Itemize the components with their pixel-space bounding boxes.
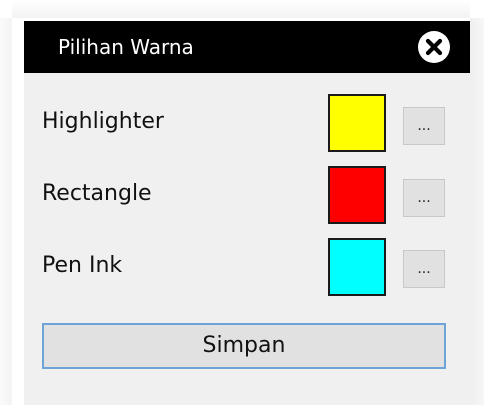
dialog-shadow-left bbox=[0, 18, 12, 405]
dialog-titlebar: Pilihan Warna bbox=[24, 21, 470, 73]
highlighter-pick-color-button[interactable]: ... bbox=[403, 107, 445, 145]
close-icon bbox=[419, 32, 449, 62]
pen-ink-color-swatch[interactable] bbox=[328, 238, 386, 296]
close-button[interactable] bbox=[418, 31, 450, 63]
highlighter-color-swatch[interactable] bbox=[328, 94, 386, 152]
rectangle-pick-color-button[interactable]: ... bbox=[403, 179, 445, 217]
dialog-shadow-right bbox=[470, 18, 484, 405]
rectangle-color-swatch[interactable] bbox=[328, 166, 386, 224]
dialog-shadow-top bbox=[12, 0, 470, 18]
color-options-dialog: Pilihan Warna Highlighter ... Rectangle … bbox=[24, 21, 470, 405]
rectangle-label: Rectangle bbox=[42, 181, 152, 206]
pen-ink-pick-color-button[interactable]: ... bbox=[403, 250, 445, 288]
save-button[interactable]: Simpan bbox=[42, 323, 446, 369]
pen-ink-label: Pen Ink bbox=[42, 253, 123, 278]
highlighter-label: Highlighter bbox=[42, 109, 164, 134]
dialog-title: Pilihan Warna bbox=[58, 35, 194, 59]
